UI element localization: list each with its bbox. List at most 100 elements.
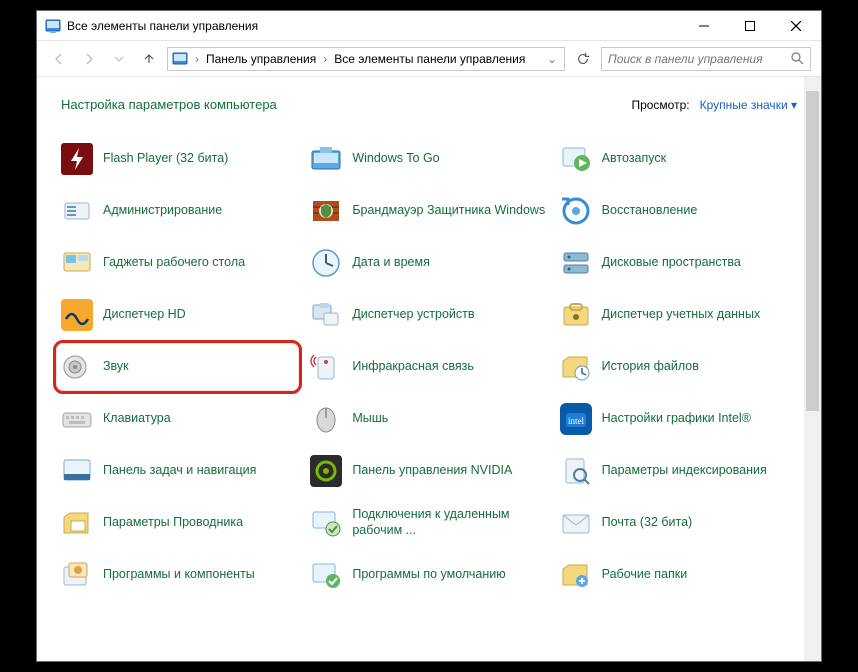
control-panel-item[interactable]: Дисковые пространства	[560, 244, 797, 282]
control-panel-item[interactable]: Параметры Проводника	[61, 504, 298, 542]
mail-icon	[560, 507, 592, 539]
storagespaces-icon	[560, 247, 592, 279]
item-label: Подключения к удаленным рабочим ...	[352, 507, 547, 538]
control-panel-item[interactable]: Программы по умолчанию	[310, 556, 547, 594]
realtek-icon	[61, 299, 93, 331]
item-label: Flash Player (32 бита)	[103, 151, 228, 167]
control-panel-item[interactable]: Мышь	[310, 400, 547, 438]
item-label: Настройки графики Intel®	[602, 411, 751, 427]
workfolders-icon	[560, 559, 592, 591]
control-panel-item[interactable]: Диспетчер учетных данных	[560, 296, 797, 334]
item-label: Звук	[103, 359, 129, 375]
admin-icon	[61, 195, 93, 227]
control-panel-item[interactable]: Гаджеты рабочего стола	[61, 244, 298, 282]
item-label: Брандмауэр Защитника Windows	[352, 203, 545, 219]
credmgr-icon	[560, 299, 592, 331]
control-panel-item[interactable]: История файлов	[560, 348, 797, 386]
nav-back-button[interactable]	[47, 47, 71, 71]
search-input[interactable]	[608, 52, 785, 66]
item-label: Диспетчер устройств	[352, 307, 474, 323]
control-panel-item[interactable]: Дата и время	[310, 244, 547, 282]
breadcrumb-crumb-1[interactable]: Панель управления	[206, 52, 316, 66]
item-label: Параметры индексирования	[602, 463, 767, 479]
item-label: Windows To Go	[352, 151, 439, 167]
remoteapp-icon	[310, 507, 342, 539]
control-panel-item[interactable]: Инфракрасная связь	[310, 348, 547, 386]
control-panel-item[interactable]: Windows To Go	[310, 140, 547, 178]
autoplay-icon	[560, 143, 592, 175]
refresh-button[interactable]	[571, 47, 595, 71]
flash-icon	[61, 143, 93, 175]
item-label: История файлов	[602, 359, 699, 375]
control-panel-item[interactable]: Панель управления NVIDIA	[310, 452, 547, 490]
item-label: Восстановление	[602, 203, 698, 219]
item-label: Программы по умолчанию	[352, 567, 505, 583]
page-title: Настройка параметров компьютера	[61, 97, 277, 112]
control-panel-item[interactable]: Рабочие папки	[560, 556, 797, 594]
control-panel-item[interactable]: Диспетчер устройств	[310, 296, 547, 334]
item-label: Дисковые пространства	[602, 255, 741, 271]
control-panel-item[interactable]: Диспетчер HD	[61, 296, 298, 334]
window-title: Все элементы панели управления	[67, 19, 681, 33]
defaults-icon	[310, 559, 342, 591]
item-label: Клавиатура	[103, 411, 171, 427]
chevron-down-icon[interactable]: ⌄	[547, 52, 557, 66]
item-label: Панель управления NVIDIA	[352, 463, 512, 479]
nav-forward-button[interactable]	[77, 47, 101, 71]
item-label: Программы и компоненты	[103, 567, 255, 583]
control-panel-item[interactable]: Администрирование	[61, 192, 298, 230]
breadcrumb[interactable]: › Панель управления › Все элементы панел…	[167, 47, 565, 71]
firewall-icon	[310, 195, 342, 227]
indexing-icon	[560, 455, 592, 487]
nav-recent-button[interactable]	[107, 47, 131, 71]
control-panel-item[interactable]: Почта (32 бита)	[560, 504, 797, 542]
programs-icon	[61, 559, 93, 591]
recovery-icon	[560, 195, 592, 227]
view-dropdown[interactable]: Крупные значки ▾	[700, 98, 797, 112]
control-panel-item[interactable]: Панель задач и навигация	[61, 452, 298, 490]
sound-icon	[61, 351, 93, 383]
control-panel-item[interactable]: Восстановление	[560, 192, 797, 230]
chevron-right-icon: ›	[195, 52, 199, 66]
intel-icon	[560, 403, 592, 435]
item-label: Автозапуск	[602, 151, 666, 167]
item-label: Гаджеты рабочего стола	[103, 255, 245, 271]
control-panel-item[interactable]: Подключения к удаленным рабочим ...	[310, 504, 547, 542]
search-box[interactable]	[601, 47, 811, 71]
breadcrumb-crumb-2[interactable]: Все элементы панели управления	[334, 52, 525, 66]
control-panel-item[interactable]: Брандмауэр Защитника Windows	[310, 192, 547, 230]
close-button[interactable]	[773, 11, 819, 40]
view-control: Просмотр: Крупные значки ▾	[631, 98, 797, 112]
item-label: Параметры Проводника	[103, 515, 243, 531]
datetime-icon	[310, 247, 342, 279]
control-panel-item[interactable]: Автозапуск	[560, 140, 797, 178]
maximize-button[interactable]	[727, 11, 773, 40]
folderopts-icon	[61, 507, 93, 539]
nav-up-button[interactable]	[137, 47, 161, 71]
search-icon	[791, 52, 804, 65]
control-panel-item[interactable]: Flash Player (32 бита)	[61, 140, 298, 178]
item-label: Администрирование	[103, 203, 222, 219]
keyboard-icon	[61, 403, 93, 435]
content-area: Настройка параметров компьютера Просмотр…	[37, 77, 821, 661]
items-grid: Flash Player (32 бита) Windows To Go Автоз…	[61, 140, 797, 594]
item-label: Почта (32 бита)	[602, 515, 693, 531]
nvidia-icon	[310, 455, 342, 487]
item-label: Панель задач и навигация	[103, 463, 256, 479]
gadgets-icon	[61, 247, 93, 279]
breadcrumb-root-icon	[172, 51, 188, 67]
control-panel-item[interactable]: Клавиатура	[61, 400, 298, 438]
taskbar-icon	[61, 455, 93, 487]
infrared-icon	[310, 351, 342, 383]
titlebar: Все элементы панели управления	[37, 11, 821, 41]
minimize-button[interactable]	[681, 11, 727, 40]
control-panel-item[interactable]: Программы и компоненты	[61, 556, 298, 594]
control-panel-item[interactable]: Параметры индексирования	[560, 452, 797, 490]
view-label: Просмотр:	[631, 98, 689, 112]
control-panel-item[interactable]: Звук	[61, 348, 298, 386]
item-label: Диспетчер HD	[103, 307, 186, 323]
control-panel-window: Все элементы панели управления › Панель …	[36, 10, 822, 662]
control-panel-item[interactable]: Настройки графики Intel®	[560, 400, 797, 438]
windowstogo-icon	[310, 143, 342, 175]
item-label: Мышь	[352, 411, 388, 427]
